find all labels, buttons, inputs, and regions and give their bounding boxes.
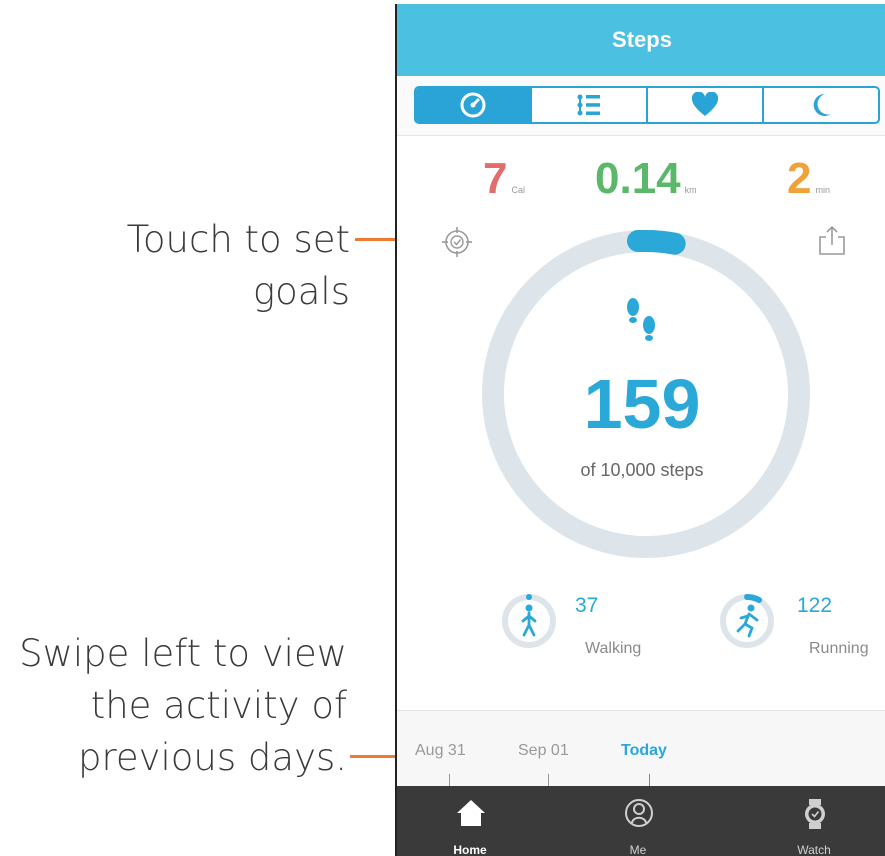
minutes-value: 2 [787,154,812,203]
running-value: 122 [797,594,833,617]
title-bar: Steps [397,4,885,76]
distance-value: 0.14 [595,154,681,203]
minutes-unit: min [815,185,830,195]
calories-value: 7 [483,154,508,203]
nav-watch[interactable]: Watch [759,786,869,856]
tab-bar-container [397,76,885,136]
annotation-swipe-line1: Swipe left to view [19,632,347,675]
timeline-tick [548,774,549,786]
date-aug-31[interactable]: Aug 31 [415,742,466,760]
nav-home-label: Home [453,843,487,856]
walking-icon [502,594,556,648]
timeline-tick-today [649,774,650,786]
date-sep-01[interactable]: Sep 01 [518,742,569,760]
footprints-icon [627,298,655,341]
steps-goal-text: of 10,000 steps [580,460,704,480]
page-title: Steps [612,27,672,52]
minutes-stat: 2 min [787,154,830,204]
running-icon [720,594,774,648]
tab-heart-rate[interactable] [648,88,764,122]
profile-icon [625,799,653,827]
progress-arc [627,230,686,255]
tab-list[interactable] [532,88,648,122]
home-icon [457,800,485,826]
annotation-goals-line2: goals [252,270,350,313]
timeline-tick [449,774,450,786]
tab-bar [414,86,880,124]
heart-icon [691,92,719,116]
running-label: Running [809,640,869,657]
annotation-goals-line1: Touch to set [126,218,350,261]
list-icon [577,94,600,116]
nav-watch-label: Watch [797,843,831,856]
annotation-set-goals: Touch to set goals [0,214,350,318]
walking-value: 37 [575,594,599,617]
tab-sleep[interactable] [764,88,878,122]
calories-stat: 7 Cal [483,154,525,204]
phone-screen: Steps 7 Cal 0.14 km 2 min 159 of 10,000 … [395,4,885,856]
speedometer-icon [460,92,486,118]
annotation-swipe-line3: previous days. [77,736,347,779]
target-icon[interactable] [441,226,473,258]
date-today[interactable]: Today [621,742,667,760]
tab-steps[interactable] [416,88,532,122]
stats-row: 7 Cal 0.14 km 2 min [397,154,885,214]
moon-icon [813,93,831,116]
nav-home[interactable]: Home [415,786,525,856]
annotation-swipe: Swipe left to view the activity of previ… [0,628,347,784]
steps-count: 159 [583,365,701,443]
nav-me-label: Me [629,843,647,856]
nav-me[interactable]: Me [583,786,693,856]
annotation-swipe-line2: the activity of [90,684,347,727]
distance-stat: 0.14 km [595,154,697,204]
share-icon[interactable] [818,224,846,256]
bottom-nav: Home Me Watch [397,786,885,856]
distance-unit: km [684,185,697,195]
watch-icon [805,799,825,829]
walking-label: Walking [585,640,642,657]
calories-unit: Cal [511,185,525,195]
